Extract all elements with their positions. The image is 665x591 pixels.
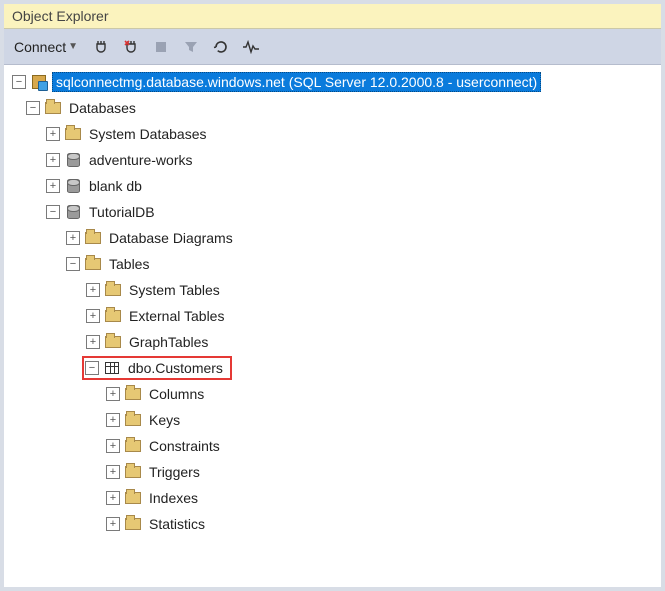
- tree-node-indexes[interactable]: + Indexes: [6, 485, 659, 511]
- folder-icon: [44, 100, 62, 116]
- tree-node-label: blank db: [86, 177, 145, 195]
- tree-node-system-databases[interactable]: + System Databases: [6, 121, 659, 147]
- tree-node-label: Triggers: [146, 463, 203, 481]
- tree-node-columns[interactable]: + Columns: [6, 381, 659, 407]
- expand-icon[interactable]: +: [106, 517, 120, 531]
- table-icon: [103, 360, 121, 376]
- tree-node-blank-db[interactable]: + blank db: [6, 173, 659, 199]
- tree-node-label: sqlconnectmg.database.windows.net (SQL S…: [52, 72, 541, 92]
- tree-node-label: GraphTables: [126, 333, 211, 351]
- object-explorer-panel: Object Explorer Connect ▼ − sq: [0, 0, 665, 591]
- collapse-icon[interactable]: −: [26, 101, 40, 115]
- folder-icon: [84, 256, 102, 272]
- tree-node-triggers[interactable]: + Triggers: [6, 459, 659, 485]
- connect-icon[interactable]: [90, 36, 112, 58]
- expand-icon[interactable]: +: [86, 335, 100, 349]
- collapse-icon[interactable]: −: [46, 205, 60, 219]
- tree-view[interactable]: − sqlconnectmg.database.windows.net (SQL…: [4, 65, 661, 541]
- folder-icon: [124, 412, 142, 428]
- tree-node-server[interactable]: − sqlconnectmg.database.windows.net (SQL…: [6, 69, 659, 95]
- tree-node-label: Indexes: [146, 489, 201, 507]
- disconnect-icon[interactable]: [120, 36, 142, 58]
- folder-icon: [124, 490, 142, 506]
- chevron-down-icon: ▼: [68, 41, 78, 52]
- tree-node-label: Tables: [106, 255, 152, 273]
- connect-dropdown[interactable]: Connect ▼: [10, 37, 82, 57]
- tree-node-label: System Tables: [126, 281, 223, 299]
- expand-icon[interactable]: +: [46, 179, 60, 193]
- database-icon: [64, 178, 82, 194]
- tree-node-dbo-customers[interactable]: − dbo.Customers: [6, 355, 659, 381]
- folder-icon: [84, 230, 102, 246]
- tree-node-statistics[interactable]: + Statistics: [6, 511, 659, 537]
- folder-icon: [64, 126, 82, 142]
- collapse-icon[interactable]: −: [12, 75, 26, 89]
- expand-icon[interactable]: +: [106, 491, 120, 505]
- tree-node-label: Constraints: [146, 437, 223, 455]
- folder-icon: [104, 308, 122, 324]
- server-icon: [30, 74, 48, 90]
- tree-node-label: TutorialDB: [86, 203, 158, 221]
- expand-icon[interactable]: +: [86, 283, 100, 297]
- tree-node-graph-tables[interactable]: + GraphTables: [6, 329, 659, 355]
- expand-icon[interactable]: +: [106, 387, 120, 401]
- tree-node-constraints[interactable]: + Constraints: [6, 433, 659, 459]
- tree-node-label: dbo.Customers: [125, 359, 226, 377]
- tree-node-label: Statistics: [146, 515, 208, 533]
- tree-node-label: External Tables: [126, 307, 227, 325]
- activity-monitor-icon[interactable]: [240, 36, 262, 58]
- collapse-icon[interactable]: −: [85, 361, 99, 375]
- folder-icon: [104, 282, 122, 298]
- database-icon: [64, 204, 82, 220]
- tree-node-tables[interactable]: − Tables: [6, 251, 659, 277]
- connect-label: Connect: [14, 39, 66, 55]
- panel-title-bar: Object Explorer: [4, 4, 661, 29]
- refresh-icon[interactable]: [210, 36, 232, 58]
- tree-node-label: Database Diagrams: [106, 229, 236, 247]
- stop-icon: [150, 36, 172, 58]
- tree-node-tutorialdb[interactable]: − TutorialDB: [6, 199, 659, 225]
- tree-node-label: Keys: [146, 411, 183, 429]
- database-icon: [64, 152, 82, 168]
- tree-node-databases[interactable]: − Databases: [6, 95, 659, 121]
- expand-icon[interactable]: +: [66, 231, 80, 245]
- expand-icon[interactable]: +: [46, 153, 60, 167]
- tree-node-keys[interactable]: + Keys: [6, 407, 659, 433]
- tree-node-adventure-works[interactable]: + adventure-works: [6, 147, 659, 173]
- expand-icon[interactable]: +: [106, 465, 120, 479]
- expand-icon[interactable]: +: [86, 309, 100, 323]
- folder-icon: [124, 386, 142, 402]
- tree-node-label: Columns: [146, 385, 207, 403]
- panel-title: Object Explorer: [12, 8, 108, 24]
- folder-icon: [124, 438, 142, 454]
- tree-node-database-diagrams[interactable]: + Database Diagrams: [6, 225, 659, 251]
- folder-icon: [124, 464, 142, 480]
- expand-icon[interactable]: +: [106, 413, 120, 427]
- tree-node-label: System Databases: [86, 125, 210, 143]
- tree-node-system-tables[interactable]: + System Tables: [6, 277, 659, 303]
- collapse-icon[interactable]: −: [66, 257, 80, 271]
- tree-node-external-tables[interactable]: + External Tables: [6, 303, 659, 329]
- expand-icon[interactable]: +: [106, 439, 120, 453]
- folder-icon: [104, 334, 122, 350]
- tree-node-label: adventure-works: [86, 151, 196, 169]
- filter-icon: [180, 36, 202, 58]
- toolbar: Connect ▼: [4, 29, 661, 65]
- folder-icon: [124, 516, 142, 532]
- expand-icon[interactable]: +: [46, 127, 60, 141]
- tree-node-label: Databases: [66, 99, 139, 117]
- highlight-callout: − dbo.Customers: [82, 356, 232, 380]
